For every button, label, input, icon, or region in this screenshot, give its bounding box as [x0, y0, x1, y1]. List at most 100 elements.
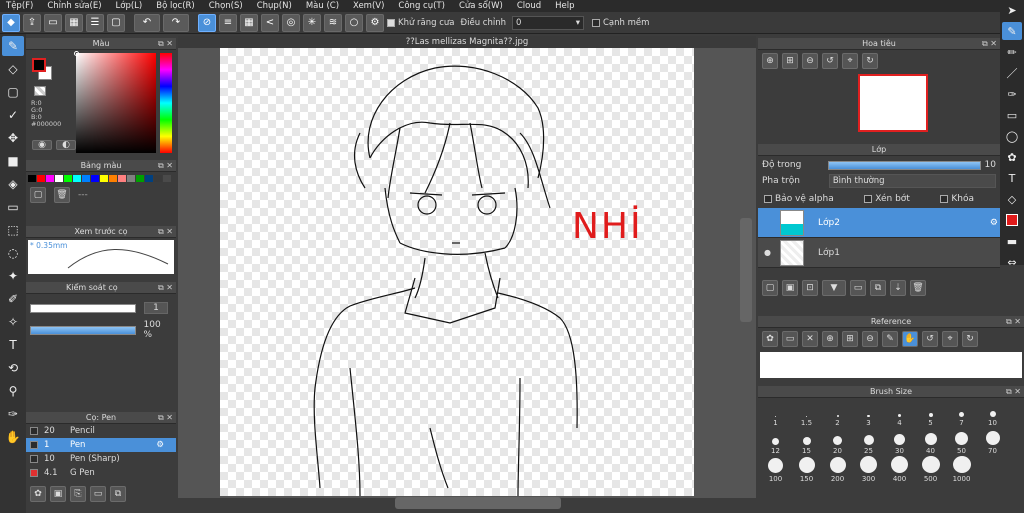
new-8bit-layer-icon[interactable]: ⊡ — [802, 280, 818, 296]
brush-group-icon[interactable]: ▣ — [50, 486, 66, 502]
eyedropper-icon[interactable]: ✑ — [2, 404, 24, 424]
palette-swatch[interactable] — [118, 175, 126, 182]
adjust-select[interactable]: 0 ▾ — [511, 15, 584, 30]
snap-grid-button[interactable]: ▦ — [240, 13, 258, 32]
smooth-edge-toggle[interactable]: Cạnh mềm — [591, 18, 649, 28]
hand-tool-icon[interactable]: ✋ — [2, 427, 24, 447]
delete-layer-icon[interactable]: 🗑 — [910, 280, 926, 296]
close-icon[interactable]: ⧉ ✕ — [158, 282, 173, 294]
antialias-checkbox[interactable] — [387, 18, 395, 27]
brush-size-option[interactable]: 400 — [884, 456, 915, 484]
reset-view-icon[interactable]: ⌖ — [942, 331, 958, 347]
menu-item[interactable]: Help — [555, 1, 574, 11]
zoom-in-icon[interactable]: ⊕ — [762, 53, 778, 69]
zoom-fit-icon[interactable]: ⊞ — [782, 53, 798, 69]
duplicate-layer-icon[interactable]: ⧉ — [870, 280, 886, 296]
brush-size-option[interactable]: 30 — [884, 428, 915, 456]
palette-swatch[interactable] — [73, 175, 81, 182]
reference-close-icon[interactable]: ✕ — [802, 331, 818, 347]
snap-settings-button[interactable]: ⚙ — [366, 13, 384, 32]
menu-item[interactable]: Cửa sổ(W) — [459, 1, 503, 11]
close-icon[interactable]: ⧉ ✕ — [1006, 316, 1021, 328]
dropper-tool-icon[interactable]: ⚲ — [2, 381, 24, 401]
reference-open-icon[interactable]: ✿ — [762, 331, 778, 347]
palette-swatch[interactable] — [127, 175, 135, 182]
brush-size-option[interactable]: 4 — [884, 400, 915, 428]
folder-icon[interactable]: ▭ — [90, 486, 106, 502]
select-tool-icon[interactable]: ✓ — [2, 105, 24, 125]
list-button[interactable]: ☰ — [86, 13, 104, 32]
lock-toggle[interactable]: Khóa — [940, 194, 974, 204]
palette-swatch[interactable] — [37, 175, 45, 182]
ellipse-tool-icon[interactable]: ◯ — [1002, 127, 1022, 145]
visibility-icon[interactable]: ● — [764, 248, 772, 257]
magic-wand-icon[interactable]: ✦ — [2, 266, 24, 286]
brush-size-option[interactable]: 50 — [946, 428, 977, 456]
hand-icon[interactable]: ✋ — [902, 331, 918, 347]
brush-item[interactable]: 20 Pencil — [26, 424, 176, 438]
text-tool-icon[interactable]: T — [2, 335, 24, 355]
gear-icon[interactable]: ⚙ — [990, 218, 998, 228]
fill-rect-tool-icon[interactable]: ■ — [2, 151, 24, 171]
move-tool-icon[interactable]: ✥ — [2, 128, 24, 148]
brush-item[interactable]: 1 Pen ⚙ — [26, 438, 176, 452]
brush-size-option[interactable]: 300 — [853, 456, 884, 484]
palette-swatch[interactable] — [109, 175, 117, 182]
snap-parallel-button[interactable]: ≡ — [219, 13, 237, 32]
zoom-in-icon[interactable]: ⊕ — [822, 331, 838, 347]
color-mode-icon[interactable]: ◐ — [56, 140, 76, 150]
eraser-tool-icon[interactable]: ◇ — [2, 59, 24, 79]
brush-size-option[interactable]: 500 — [915, 456, 946, 484]
operation-tool-icon[interactable]: ⟲ — [2, 358, 24, 378]
snap-circle-button[interactable]: ○ — [345, 13, 363, 32]
transparent-color[interactable] — [34, 86, 46, 96]
duplicate-icon[interactable]: ⧉ — [110, 486, 126, 502]
snap-curve-button[interactable]: ≋ — [324, 13, 342, 32]
add-brush-icon[interactable]: ✿ — [30, 486, 46, 502]
brush-tool-icon[interactable]: ✑ — [1002, 85, 1022, 103]
zoom-out-icon[interactable]: ⊖ — [862, 331, 878, 347]
bucket-tool-icon[interactable]: ◈ — [2, 174, 24, 194]
palette-swatch[interactable] — [145, 175, 153, 182]
reference-folder-icon[interactable]: ▭ — [782, 331, 798, 347]
brush-item[interactable]: 4.1 G Pen — [26, 466, 176, 480]
rect-tool-icon[interactable]: ▢ — [2, 82, 24, 102]
antialias-toggle[interactable]: Khử răng cưa — [387, 18, 455, 28]
protect-alpha-toggle[interactable]: Bảo vệ alpha — [764, 194, 834, 204]
brush-size-option[interactable]: 15 — [791, 428, 822, 456]
brush-size-option[interactable]: 7 — [946, 400, 977, 428]
brush-size-option[interactable]: 2 — [822, 400, 853, 428]
snap-vanish-button[interactable]: < — [261, 13, 279, 32]
menu-item[interactable]: Tệp(F) — [6, 1, 33, 11]
new-layer-icon[interactable]: ▢ — [762, 280, 778, 296]
close-icon[interactable]: ⧉ ✕ — [158, 38, 173, 50]
document-tab[interactable]: ??Las mellizas Magnita??.jpg — [178, 36, 756, 48]
layer-opacity-slider[interactable] — [828, 160, 981, 170]
menu-item[interactable]: Cloud — [517, 1, 541, 11]
brush-tool-icon[interactable]: ✎ — [2, 36, 24, 56]
palette-swatch[interactable] — [163, 175, 171, 182]
menu-item[interactable]: Xem(V) — [353, 1, 384, 11]
select-pen-icon[interactable]: ✐ — [2, 289, 24, 309]
close-icon[interactable]: ⧉ ✕ — [158, 412, 173, 424]
brush-size-option[interactable]: 40 — [915, 428, 946, 456]
brush-size-option[interactable]: 3 — [853, 400, 884, 428]
close-icon[interactable]: ⧉ ✕ — [982, 38, 997, 50]
lasso-tool-icon[interactable]: ◌ — [2, 243, 24, 263]
new-halftone-layer-icon[interactable]: ▣ — [782, 280, 798, 296]
red-color-swatch[interactable] — [1002, 211, 1022, 229]
brush-size-option[interactable]: 150 — [791, 456, 822, 484]
brush-size-option[interactable]: 100 — [760, 456, 791, 484]
eraser-tool-icon[interactable]: ◇ — [1002, 190, 1022, 208]
brush-copy-icon[interactable]: ⎘ — [70, 486, 86, 502]
brush-size-option[interactable]: 10 — [977, 400, 1008, 428]
menu-item[interactable]: Công cụ(T) — [398, 1, 445, 11]
layer-icon-button[interactable]: ◆ — [2, 13, 20, 32]
brush-size-option[interactable]: 1 — [760, 400, 791, 428]
palette-swatch[interactable] — [154, 175, 162, 182]
palette-field[interactable]: --- — [78, 190, 88, 200]
saturation-value-picker[interactable] — [76, 53, 156, 153]
line-width-icon[interactable]: ▬ — [1002, 232, 1022, 250]
pencil-tool-icon[interactable]: ✏ — [1002, 43, 1022, 61]
gradient-tool-icon[interactable]: ▭ — [2, 197, 24, 217]
